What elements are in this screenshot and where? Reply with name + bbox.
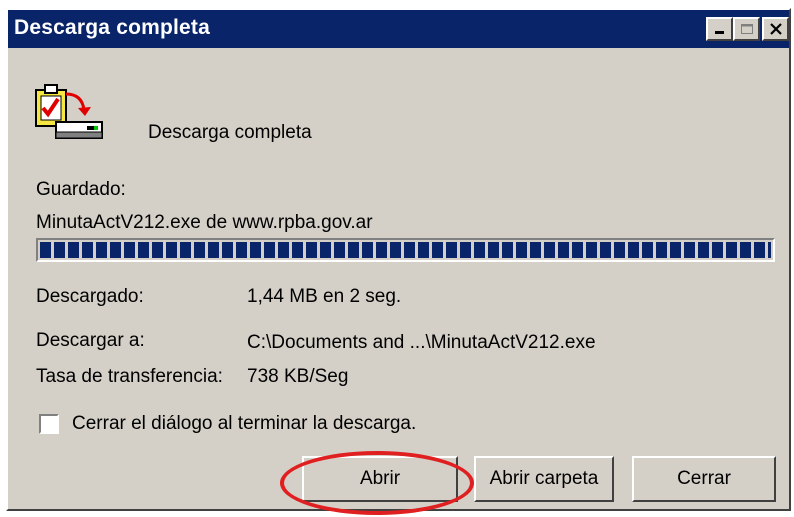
minimize-button[interactable]: [706, 17, 733, 41]
destination-label: Descargar a:: [36, 330, 145, 351]
rate-label: Tasa de transferencia:: [36, 366, 223, 387]
minimize-icon: [714, 31, 724, 34]
status-text: Descarga completa: [148, 122, 312, 143]
window-title: Descarga completa: [14, 16, 210, 39]
download-complete-icon: [35, 84, 103, 139]
destination-value: C:\Documents and ...\MinutaActV212.exe: [247, 332, 596, 353]
progress-fill: [40, 242, 771, 258]
close-button[interactable]: Cerrar: [632, 456, 776, 502]
open-button[interactable]: Abrir: [302, 456, 458, 502]
title-bar[interactable]: Descarga completa: [8, 10, 789, 48]
open-folder-button[interactable]: Abrir carpeta: [474, 456, 614, 502]
download-complete-dialog: Descarga completa Descarga completa Guar…: [6, 8, 791, 515]
downloaded-value: 1,44 MB en 2 seg.: [247, 286, 402, 307]
downloaded-label: Descargado:: [36, 286, 144, 307]
rate-value: 738 KB/Seg: [247, 366, 349, 387]
saved-label: Guardado:: [36, 179, 126, 200]
file-source-text: MinutaActV212.exe de www.rpba.gov.ar: [36, 212, 373, 233]
close-on-finish-label[interactable]: Cerrar el diálogo al terminar la descarg…: [72, 413, 416, 435]
maximize-icon: [740, 24, 753, 34]
maximize-button[interactable]: [733, 17, 760, 41]
close-window-button[interactable]: [762, 17, 789, 41]
close-icon: [769, 23, 782, 35]
download-progress-bar: [36, 238, 775, 262]
close-on-finish-checkbox[interactable]: [39, 414, 59, 434]
